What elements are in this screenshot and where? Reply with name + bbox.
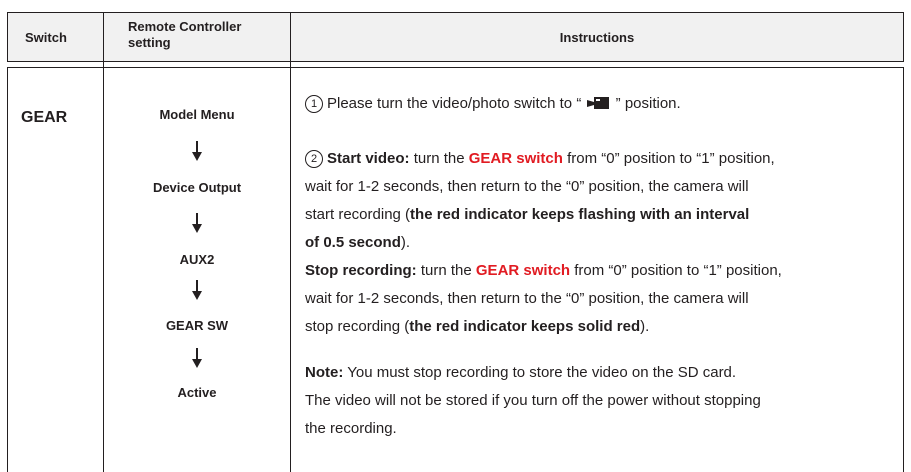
arrow-down-icon: [192, 213, 202, 233]
step-number-1: 1: [305, 95, 323, 113]
flow-step-model-menu: Model Menu: [159, 107, 235, 122]
header-instructions: Instructions: [559, 30, 635, 45]
video-camera-icon: [587, 97, 610, 109]
header-switch: Switch: [25, 30, 67, 45]
gear-switch-highlight: GEAR switch: [475, 262, 571, 279]
step-number-2: 2: [305, 150, 323, 168]
instruction-step-2: 2 Start video: turn the GEAR switch from …: [305, 150, 775, 251]
instruction-step-1: 1 Please turn the video/photo switch to “…: [305, 90, 895, 118]
arrow-down-icon: [192, 141, 202, 161]
instruction-note: Note: You must stop recording to store t…: [305, 364, 761, 437]
flow-step-aux2: AUX2: [179, 252, 215, 267]
column-separator-1: [103, 12, 104, 472]
header-divider-2: [7, 67, 904, 68]
arrow-down-icon: [192, 280, 202, 300]
arrow-down-icon: [192, 348, 202, 368]
flow-step-gear-sw: GEAR SW: [165, 318, 229, 333]
instruction-stop-recording: Stop recording: turn the GEAR switch fro…: [305, 262, 782, 335]
flow-step-active: Active: [177, 385, 217, 400]
switch-cell-gear: GEAR: [21, 109, 68, 126]
gear-switch-highlight: GEAR switch: [468, 150, 563, 167]
table-border-top: [7, 12, 904, 13]
table-border-right: [903, 12, 904, 472]
table-border-left: [7, 12, 8, 472]
column-separator-2: [290, 12, 291, 472]
header-remote-controller-setting: Remote Controller setting: [128, 19, 242, 50]
flow-step-device-output: Device Output: [152, 180, 242, 195]
